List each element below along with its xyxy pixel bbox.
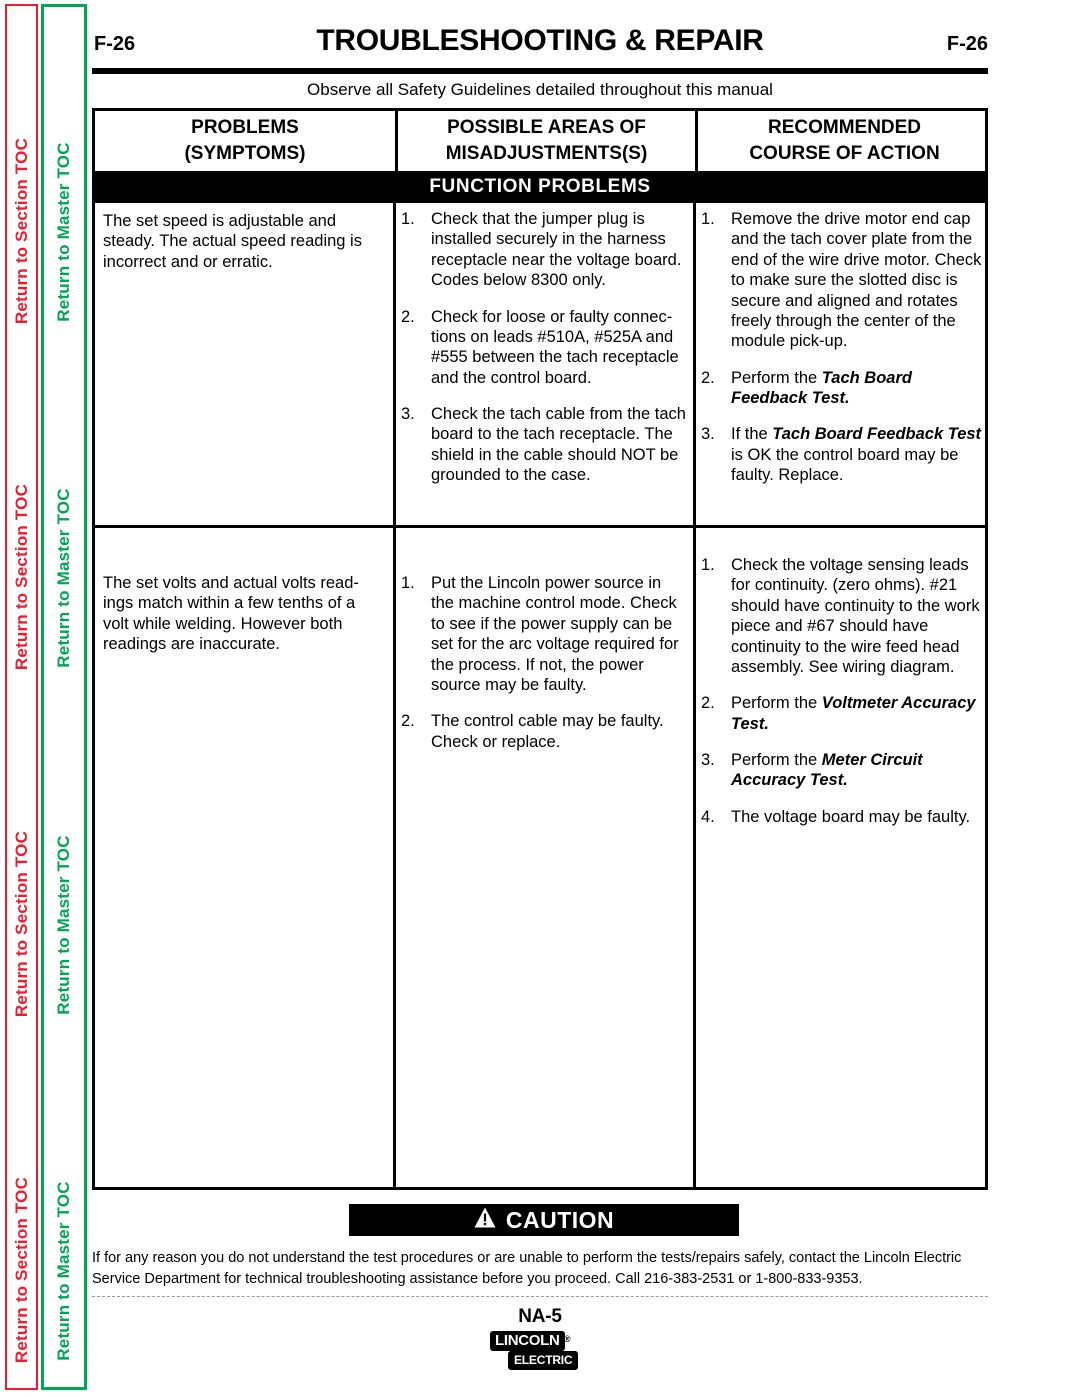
list-item-number: 1. xyxy=(401,574,415,592)
list-item-number: 3. xyxy=(401,405,415,423)
list-item-text: Put the Lincoln power source in the mach… xyxy=(431,574,679,694)
header-rule xyxy=(92,68,988,74)
column-header-possible-areas-line1: POSSIBLE AREAS OF xyxy=(447,117,646,139)
page-title: TROUBLESHOOTING & REPAIR xyxy=(316,24,764,57)
list-item-number: 3. xyxy=(701,425,715,444)
table-row: 1. Check that the jumper plug is installe… xyxy=(401,209,687,486)
footer-divider xyxy=(92,1296,988,1297)
footer-page-code: NA-5 xyxy=(518,1306,562,1327)
list-item-text: Perform the Meter Circuit Accuracy Test. xyxy=(731,751,923,790)
numbered-list-item: 1. Check the voltage sensing leads for co… xyxy=(701,555,985,677)
table-row: 1. Remove the drive motor end cap and the… xyxy=(701,209,983,486)
numbered-list-item: 4. The voltage board may be faulty. xyxy=(701,807,985,827)
emphasized-test-name: Voltmeter Accuracy Test. xyxy=(731,694,976,733)
section-band-function-problems: FUNCTION PROBLEMS xyxy=(95,171,985,203)
troubleshooting-table: PROBLEMS (SYMPTOMS) POSSIBLE AREAS OF MI… xyxy=(92,108,988,1190)
numbered-list-item: 2. Perform the Voltmeter Accuracy Test. xyxy=(701,693,985,734)
numbered-list-item: 3. Perform the Meter Circuit Accuracy Tes… xyxy=(701,750,985,791)
caution-label: CAUTION xyxy=(505,1206,615,1233)
list-item-text: Remove the drive motor end cap and the t… xyxy=(731,210,982,351)
numbered-list-item: 2. The control cable may be faulty. Check… xyxy=(401,711,687,752)
list-item-text: The voltage board may be faulty. xyxy=(731,807,971,826)
page-header: F-26 TROUBLESHOOTING & REPAIR F-26 xyxy=(92,24,988,66)
page-content: F-26 TROUBLESHOOTING & REPAIR F-26 Obser… xyxy=(92,0,1080,1397)
list-item-number: 1. xyxy=(401,210,415,228)
column-header-recommended-action-line1: RECOMMENDED xyxy=(767,117,922,139)
table-row: 1. Put the Lincoln power source in the ma… xyxy=(401,573,687,752)
row-divider-1 xyxy=(95,525,985,528)
list-item-number: 2. xyxy=(701,368,715,387)
symptom-text: The set speed is adjustable and steady. … xyxy=(103,212,362,271)
sidebar-item-return-to-section-toc[interactable]: Return to Section TOC xyxy=(12,138,32,324)
list-item-number: 3. xyxy=(701,751,715,769)
symptom-text: The set volts and actual volts read-ings… xyxy=(103,574,359,654)
sidebar-toc-nav: Return to Section TOC Return to Section T… xyxy=(0,0,92,1397)
list-item-number: 4. xyxy=(701,807,715,826)
table-row: The set speed is adjustable and steady. … xyxy=(103,211,385,272)
emphasized-test-name: Tach Board Feedback Test xyxy=(772,425,982,444)
numbered-list-item: 1. Remove the drive motor end cap and the… xyxy=(701,209,983,352)
numbered-list-item: 2. Check for loose or faulty connec-tions… xyxy=(401,307,687,389)
sidebar-item-return-to-master-toc[interactable]: Return to Master TOC xyxy=(54,489,74,668)
table-body-grid: The set speed is adjustable and steady. … xyxy=(95,203,985,1187)
safety-subtitle: Observe all Safety Guidelines detailed t… xyxy=(307,80,773,99)
column-header-recommended-action: RECOMMENDED COURSE OF ACTION xyxy=(695,111,991,171)
return-to-section-toc-column[interactable]: Return to Section TOC Return to Section T… xyxy=(5,4,38,1390)
return-to-master-toc-column[interactable]: Return to Master TOC Return to Master TOC… xyxy=(41,4,87,1390)
section-band-label: FUNCTION PROBLEMS xyxy=(429,176,651,197)
list-item-text: Perform the Tach Board Feedback Test. xyxy=(731,368,912,407)
table-row: 1. Check the voltage sensing leads for co… xyxy=(701,555,985,827)
column-header-problems: PROBLEMS (SYMPTOMS) xyxy=(95,111,395,171)
column-header-problems-line2: (SYMPTOMS) xyxy=(184,143,306,164)
column-header-possible-areas-line2: MISADJUSTMENTS(S) xyxy=(445,143,648,164)
emphasized-test-name: Tach Board Feedback Test. xyxy=(731,368,912,407)
list-item-text: Perform the Voltmeter Accuracy Test. xyxy=(731,694,976,733)
numbered-list-item: 1. Check that the jumper plug is installe… xyxy=(401,209,687,291)
caution-body-text: If for any reason you do not understand … xyxy=(92,1250,962,1288)
sidebar-item-return-to-section-toc[interactable]: Return to Section TOC xyxy=(12,831,32,1017)
logo-lincoln-wordmark: LINCOLN xyxy=(490,1331,565,1351)
numbered-list-item: 1. Put the Lincoln power source in the ma… xyxy=(401,573,687,695)
sidebar-item-return-to-section-toc[interactable]: Return to Section TOC xyxy=(12,1177,32,1363)
column-divider-2 xyxy=(693,203,696,1187)
emphasized-test-name: Meter Circuit Accuracy Test. xyxy=(731,751,923,790)
list-item-number: 1. xyxy=(701,556,715,574)
sidebar-item-return-to-master-toc[interactable]: Return to Master TOC xyxy=(54,1182,74,1361)
numbered-list-item: 2. Perform the Tach Board Feedback Test. xyxy=(701,368,983,409)
caution-banner: CAUTION xyxy=(349,1204,739,1236)
sidebar-item-return-to-master-toc[interactable]: Return to Master TOC xyxy=(54,142,74,321)
logo-electric-wordmark: ELECTRIC xyxy=(508,1351,579,1370)
registered-mark-icon: ® xyxy=(564,1334,571,1344)
column-header-possible-areas: POSSIBLE AREAS OF MISADJUSTMENTS(S) xyxy=(395,111,695,171)
list-item-text: Check for loose or faulty connec-tions o… xyxy=(431,307,679,387)
warning-triangle-icon xyxy=(474,1207,496,1234)
sidebar-item-return-to-section-toc[interactable]: Return to Section TOC xyxy=(12,484,32,670)
list-item-text: The control cable may be faulty. Check o… xyxy=(431,712,664,751)
lincoln-electric-logo: LINCOLN ® ELECTRIC xyxy=(490,1331,590,1370)
table-row: The set volts and actual volts read-ings… xyxy=(103,573,385,655)
column-header-problems-line1: PROBLEMS xyxy=(191,117,299,139)
list-item-number: 2. xyxy=(401,712,415,731)
page-code-right: F-26 xyxy=(946,33,988,55)
list-item-number: 2. xyxy=(401,307,415,326)
column-header-recommended-action-line2: COURSE OF ACTION xyxy=(749,143,940,164)
column-divider-1 xyxy=(393,203,396,1187)
sidebar-item-return-to-master-toc[interactable]: Return to Master TOC xyxy=(54,835,74,1014)
list-item-number: 2. xyxy=(701,694,715,713)
list-item-text: Check the tach cable from the tach board… xyxy=(431,405,686,485)
numbered-list-item: 3. If the Tach Board Feedback Test is OK … xyxy=(701,424,983,485)
page-footer: NA-5 LINCOLN ® ELECTRIC xyxy=(92,1306,988,1374)
list-item-text: Check the voltage sensing leads for cont… xyxy=(731,556,980,676)
numbered-list-item: 3. Check the tach cable from the tach boa… xyxy=(401,404,687,486)
list-item-number: 1. xyxy=(701,210,715,228)
list-item-text: Check that the jumper plug is installed … xyxy=(431,210,682,290)
list-item-text: If the Tach Board Feedback Test is OK th… xyxy=(731,425,982,485)
